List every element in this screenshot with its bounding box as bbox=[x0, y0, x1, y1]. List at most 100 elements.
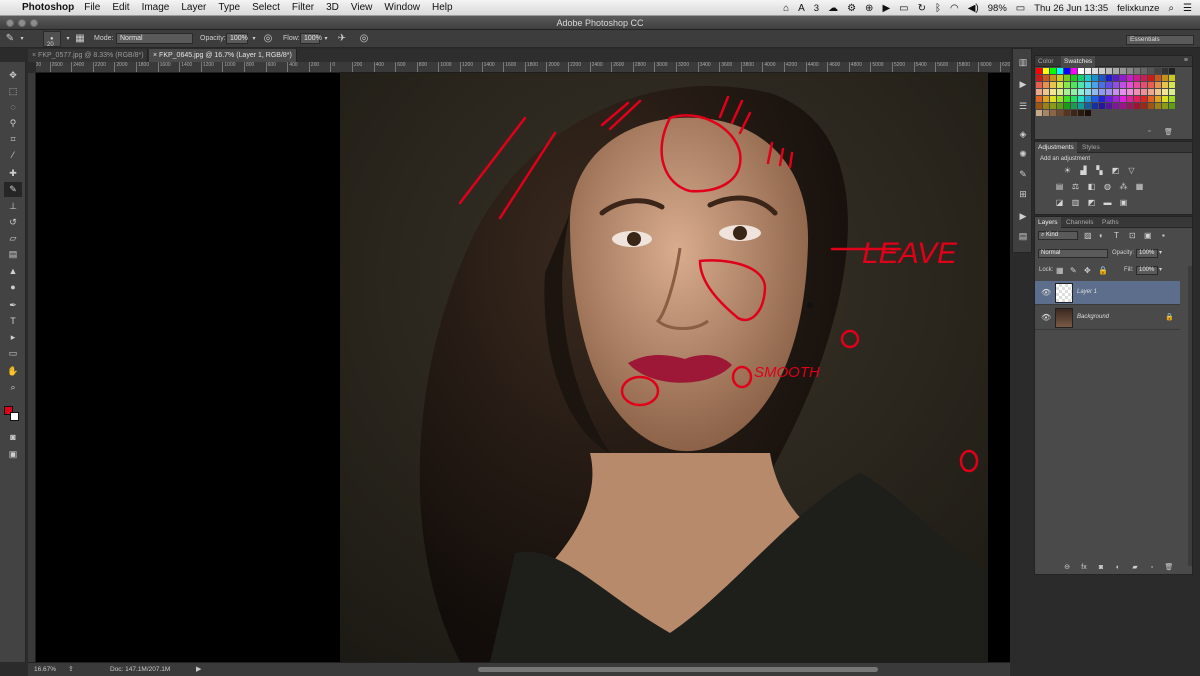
color-swatch[interactable] bbox=[1134, 103, 1140, 109]
new-adjustment-layer-icon[interactable]: ◐ bbox=[1113, 563, 1123, 573]
color-swatch[interactable] bbox=[1113, 75, 1119, 81]
clock[interactable]: Thu 26 Jun 13:35 bbox=[1034, 3, 1108, 14]
filter-adjustment-icon[interactable]: ◐ bbox=[1099, 231, 1104, 240]
menu-view[interactable]: View bbox=[351, 2, 373, 13]
visibility-eye-icon[interactable]: 👁 bbox=[1041, 288, 1051, 297]
share-icon[interactable]: ⇪ bbox=[68, 665, 74, 673]
color-swatch[interactable] bbox=[1155, 96, 1161, 102]
color-swatch[interactable] bbox=[1085, 68, 1091, 74]
color-swatch[interactable] bbox=[1106, 96, 1112, 102]
color-swatch[interactable] bbox=[1169, 89, 1175, 95]
battery-icon[interactable]: ▭ bbox=[1016, 3, 1025, 14]
color-swatch[interactable] bbox=[1085, 82, 1091, 88]
minimize-window-button[interactable] bbox=[18, 19, 26, 27]
layer-filter-kind-select[interactable]: ⌕ Kind bbox=[1038, 231, 1078, 240]
color-swatch[interactable] bbox=[1043, 75, 1049, 81]
color-swatch[interactable] bbox=[1162, 89, 1168, 95]
color-swatch[interactable] bbox=[1141, 96, 1147, 102]
new-group-icon[interactable]: ▰ bbox=[1130, 563, 1140, 573]
tab-styles[interactable]: Styles bbox=[1079, 142, 1103, 153]
brightness-contrast-icon[interactable]: ☀ bbox=[1062, 166, 1073, 176]
color-swatch[interactable] bbox=[1043, 89, 1049, 95]
horizontal-scrollbar[interactable] bbox=[478, 667, 878, 672]
color-swatch[interactable] bbox=[1078, 82, 1084, 88]
color-swatch[interactable] bbox=[1057, 103, 1063, 109]
color-swatch[interactable] bbox=[1141, 82, 1147, 88]
color-swatch[interactable] bbox=[1148, 68, 1154, 74]
color-swatch[interactable] bbox=[1050, 96, 1056, 102]
workspace-select[interactable]: Essentials bbox=[1126, 35, 1194, 45]
color-balance-icon[interactable]: ⚖ bbox=[1070, 182, 1081, 192]
hue-saturation-icon[interactable]: ▤ bbox=[1054, 182, 1065, 192]
curves-icon[interactable]: ▚ bbox=[1094, 166, 1105, 176]
color-swatch[interactable] bbox=[1148, 103, 1154, 109]
move-tool-icon[interactable]: ✥ bbox=[4, 68, 22, 83]
timeline-icon[interactable]: ▶ bbox=[1016, 209, 1030, 223]
properties-panel-icon[interactable]: ☰ bbox=[1016, 99, 1030, 113]
preset-dropdown-icon[interactable]: ▾ bbox=[16, 33, 28, 45]
black-white-icon[interactable]: ◧ bbox=[1086, 182, 1097, 192]
color-swatch[interactable] bbox=[1071, 110, 1077, 116]
color-swatch[interactable] bbox=[1078, 89, 1084, 95]
color-swatch[interactable] bbox=[1078, 110, 1084, 116]
crop-tool-icon[interactable]: ⌗ bbox=[4, 132, 22, 147]
color-swatch[interactable] bbox=[1085, 75, 1091, 81]
brush-picker-dropdown-icon[interactable]: ▾ bbox=[62, 33, 74, 45]
eyedropper-tool-icon[interactable]: ⁄ bbox=[4, 148, 22, 163]
color-swatch[interactable] bbox=[1064, 89, 1070, 95]
color-swatch[interactable] bbox=[1120, 96, 1126, 102]
gradient-tool-icon[interactable]: ▤ bbox=[4, 247, 22, 262]
channel-mixer-icon[interactable]: ⁂ bbox=[1118, 182, 1129, 192]
color-swatch[interactable] bbox=[1064, 96, 1070, 102]
color-swatch[interactable] bbox=[1162, 68, 1168, 74]
color-swatch[interactable] bbox=[1036, 82, 1042, 88]
screen-icon[interactable]: ▭ bbox=[899, 3, 908, 14]
color-swatch[interactable] bbox=[1092, 96, 1098, 102]
color-swatch[interactable] bbox=[1120, 68, 1126, 74]
status-menu-arrow-icon[interactable]: ▶ bbox=[196, 665, 201, 673]
wifi-icon[interactable]: ◠ bbox=[950, 3, 959, 14]
zoom-window-button[interactable] bbox=[30, 19, 38, 27]
menu-file[interactable]: File bbox=[84, 2, 100, 13]
opacity-dropdown-icon[interactable]: ▾ bbox=[248, 33, 260, 45]
tab-layers[interactable]: Layers bbox=[1035, 217, 1061, 228]
color-swatch[interactable] bbox=[1078, 68, 1084, 74]
menu-edit[interactable]: Edit bbox=[112, 2, 129, 13]
color-swatch[interactable] bbox=[1113, 68, 1119, 74]
tab-adjustments[interactable]: Adjustments bbox=[1035, 142, 1077, 153]
color-swatch[interactable] bbox=[1050, 110, 1056, 116]
lock-image-icon[interactable]: ✎ bbox=[1070, 266, 1077, 275]
color-swatch[interactable] bbox=[1036, 103, 1042, 109]
time-machine-icon[interactable]: ↻ bbox=[918, 3, 926, 14]
color-swatch[interactable] bbox=[1085, 103, 1091, 109]
layer-row-layer-1[interactable]: 👁 Layer 1 bbox=[1035, 281, 1180, 305]
layer-opacity-input[interactable]: 100% bbox=[1136, 249, 1158, 258]
color-swatch[interactable] bbox=[1071, 103, 1077, 109]
filter-toggle-icon[interactable]: ▪ bbox=[1162, 231, 1165, 240]
color-swatch[interactable] bbox=[1113, 103, 1119, 109]
type-tool-icon[interactable]: T bbox=[4, 314, 22, 329]
color-swatch[interactable] bbox=[1155, 82, 1161, 88]
color-swatch[interactable] bbox=[1064, 82, 1070, 88]
tab-document-1[interactable]: × FKP_0577.jpg @ 8.33% (RGB/8*) bbox=[28, 49, 148, 62]
brush-tool-preset-icon[interactable]: ✎ bbox=[4, 33, 16, 45]
color-swatch[interactable] bbox=[1099, 103, 1105, 109]
color-swatch[interactable] bbox=[1064, 103, 1070, 109]
color-swatch[interactable] bbox=[1134, 82, 1140, 88]
layer-style-fx-icon[interactable]: fx bbox=[1079, 563, 1089, 573]
color-swatch[interactable] bbox=[1141, 75, 1147, 81]
color-swatch[interactable] bbox=[1134, 75, 1140, 81]
color-swatch[interactable] bbox=[1141, 68, 1147, 74]
zoom-level[interactable]: 16.67% bbox=[34, 666, 56, 673]
menu-image[interactable]: Image bbox=[142, 2, 170, 13]
tab-paths[interactable]: Paths bbox=[1099, 217, 1122, 228]
threshold-icon[interactable]: ◩ bbox=[1086, 198, 1097, 208]
settings-icon[interactable]: ⚙ bbox=[847, 3, 856, 14]
gradient-map-icon[interactable]: ▬ bbox=[1102, 198, 1113, 208]
color-swatch[interactable] bbox=[1155, 75, 1161, 81]
color-swatch[interactable] bbox=[1127, 89, 1133, 95]
color-swatch[interactable] bbox=[1078, 75, 1084, 81]
exposure-icon[interactable]: ◩ bbox=[1110, 166, 1121, 176]
filter-pixel-icon[interactable]: ▨ bbox=[1084, 231, 1092, 240]
color-swatch[interactable] bbox=[1169, 75, 1175, 81]
